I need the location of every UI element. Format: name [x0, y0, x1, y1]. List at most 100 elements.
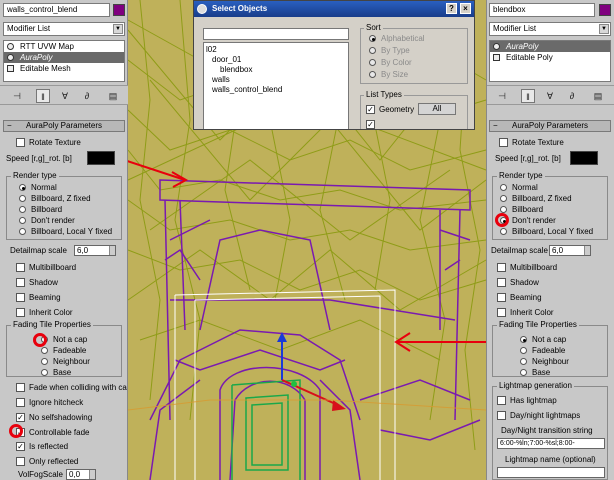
- stack-item-aurapoly[interactable]: AuraPoly: [4, 52, 124, 63]
- modifier-list-label: Modifier List: [493, 24, 537, 33]
- daynight-lightmaps-checkbox[interactable]: Day/night lightmaps: [497, 410, 580, 421]
- render-type-normal-radio[interactable]: Normal: [499, 182, 538, 193]
- sort-by-color-radio[interactable]: By Color: [368, 57, 412, 68]
- help-button[interactable]: ?: [446, 3, 457, 14]
- fading-not-a-cap-radio[interactable]: Not a cap: [40, 334, 87, 345]
- fading-neighbour-radio[interactable]: Neighbour: [40, 356, 90, 367]
- has-lightmap-checkbox[interactable]: Has lightmap: [497, 395, 557, 406]
- fade-when-colliding-checkbox[interactable]: Fade when colliding with ca: [16, 382, 127, 393]
- expand-plus-icon[interactable]: [493, 54, 500, 61]
- shadow-checkbox[interactable]: Shadow: [497, 277, 539, 288]
- controllable-fade-checkbox[interactable]: ✓ Controllable fade: [16, 427, 89, 438]
- fading-neighbour-radio[interactable]: Neighbour: [519, 356, 569, 367]
- ignore-hitcheck-checkbox[interactable]: Ignore hitcheck: [16, 397, 83, 408]
- expand-plus-icon[interactable]: [7, 65, 14, 72]
- object-name-field[interactable]: blendbox: [489, 3, 595, 17]
- configure-sets-icon[interactable]: ▤: [106, 89, 120, 103]
- object-list[interactable]: l02 door_01 blendbox walls walls_control…: [203, 42, 349, 129]
- app-icon: [197, 4, 207, 14]
- pin-stack-icon[interactable]: ⊣: [10, 89, 24, 103]
- beaming-checkbox[interactable]: Beaming: [497, 292, 542, 303]
- sort-by-type-radio[interactable]: By Type: [368, 45, 410, 56]
- make-unique-icon[interactable]: ∀: [58, 89, 72, 103]
- all-button[interactable]: All: [418, 103, 456, 115]
- chevron-down-icon[interactable]: ▼: [113, 24, 123, 34]
- volfog-spinner[interactable]: 0,0: [66, 469, 96, 480]
- object-color-swatch[interactable]: [599, 4, 611, 16]
- speed-color-swatch[interactable]: [87, 151, 115, 165]
- fading-fadeable-radio[interactable]: Fadeable: [40, 345, 86, 356]
- stack-item-editable-poly[interactable]: Editable Poly: [490, 52, 610, 63]
- object-name-field[interactable]: walls_control_blend: [3, 3, 110, 17]
- aurapoly-rollout-header[interactable]: − AuraPoly Parameters: [489, 120, 611, 132]
- modifier-list-dropdown[interactable]: Modifier List ▼: [3, 22, 125, 36]
- stack-item-rtt-uvw-map[interactable]: RTT UVW Map: [4, 41, 124, 52]
- configure-sets-icon[interactable]: ▤: [591, 89, 605, 103]
- pin-stack-icon[interactable]: ⊣: [495, 89, 509, 103]
- lightbulb-icon[interactable]: [493, 43, 500, 50]
- fading-base-radio[interactable]: Base: [40, 367, 71, 378]
- render-type-normal-radio[interactable]: Normal: [18, 182, 57, 193]
- remove-modifier-icon[interactable]: ∂: [565, 89, 579, 103]
- fading-fadeable-radio[interactable]: Fadeable: [519, 345, 565, 356]
- list-item[interactable]: walls: [212, 75, 230, 85]
- lightmap-name-input[interactable]: [497, 467, 605, 478]
- fading-base-radio[interactable]: Base: [519, 367, 550, 378]
- render-type-billboard-local-y-radio[interactable]: Billboard, Local Y fixed: [18, 226, 112, 237]
- detailmap-spinner[interactable]: 6,0: [549, 245, 591, 256]
- detailmap-spinner[interactable]: 6,0: [74, 245, 116, 256]
- speed-color-swatch[interactable]: [570, 151, 598, 165]
- beaming-checkbox[interactable]: Beaming: [16, 292, 61, 303]
- inherit-color-checkbox[interactable]: Inherit Color: [497, 307, 554, 318]
- aurapoly-rollout-header[interactable]: − AuraPoly Parameters: [3, 120, 125, 132]
- object-color-swatch[interactable]: [113, 4, 125, 16]
- multibillboard-checkbox[interactable]: Multibillboard: [497, 262, 557, 273]
- spinner-arrows-icon[interactable]: [584, 246, 590, 255]
- only-reflected-checkbox[interactable]: Only reflected: [16, 456, 78, 467]
- modifier-stack[interactable]: RTT UVW Map AuraPoly Editable Mesh: [3, 40, 125, 82]
- left-command-panel: walls_control_blend Modifier List ▼ RTT …: [0, 0, 128, 480]
- show-end-result-icon[interactable]: ‖: [36, 89, 50, 103]
- modifier-stack[interactable]: AuraPoly Editable Poly: [489, 40, 611, 82]
- rotate-texture-checkbox[interactable]: Rotate Texture: [499, 137, 564, 148]
- list-item[interactable]: l02: [206, 45, 217, 55]
- sort-alphabetical-radio[interactable]: Alphabetical: [368, 33, 425, 44]
- checkbox-label: Inherit Color: [29, 308, 73, 317]
- transition-string-input[interactable]: 6:00-%ln;7:00-%sl;8:00-: [497, 438, 605, 449]
- dialog-titlebar[interactable]: Select Objects ? ×: [194, 1, 474, 17]
- render-type-billboard-z-radio[interactable]: Billboard, Z fixed: [18, 193, 91, 204]
- list-item[interactable]: blendbox: [220, 65, 252, 75]
- group-title: Render type: [11, 171, 59, 180]
- stack-item-editable-mesh[interactable]: Editable Mesh: [4, 63, 124, 74]
- render-type-billboard-radio[interactable]: Billboard: [18, 204, 62, 215]
- spinner-arrows-icon[interactable]: [109, 246, 115, 255]
- render-type-billboard-local-y-radio[interactable]: Billboard, Local Y fixed: [499, 226, 593, 237]
- is-reflected-checkbox[interactable]: ✓ Is reflected: [16, 441, 68, 452]
- list-item[interactable]: door_01: [212, 55, 241, 65]
- close-button[interactable]: ×: [460, 3, 471, 14]
- inherit-color-checkbox[interactable]: Inherit Color: [16, 307, 73, 318]
- collapse-icon: −: [7, 121, 12, 130]
- shapes-checkbox[interactable]: ✓: [366, 119, 379, 129]
- render-type-billboard-z-radio[interactable]: Billboard, Z fixed: [499, 193, 572, 204]
- stack-item-label: AuraPoly: [506, 42, 539, 51]
- lightbulb-icon[interactable]: [7, 43, 14, 50]
- make-unique-icon[interactable]: ∀: [543, 89, 557, 103]
- render-type-dont-render-radio[interactable]: Don't render: [18, 215, 75, 226]
- modifier-list-dropdown[interactable]: Modifier List ▼: [489, 22, 611, 36]
- geometry-checkbox[interactable]: ✓ Geometry: [366, 104, 414, 115]
- lightbulb-icon[interactable]: [7, 54, 14, 61]
- rotate-texture-checkbox[interactable]: Rotate Texture: [16, 137, 81, 148]
- shadow-checkbox[interactable]: Shadow: [16, 277, 58, 288]
- stack-item-aurapoly[interactable]: AuraPoly: [490, 41, 610, 52]
- multibillboard-checkbox[interactable]: Multibillboard: [16, 262, 76, 273]
- no-selfshadowing-checkbox[interactable]: ✓ No selfshadowing: [16, 412, 92, 423]
- object-search-input[interactable]: [203, 28, 349, 40]
- remove-modifier-icon[interactable]: ∂: [80, 89, 94, 103]
- sort-by-size-radio[interactable]: By Size: [368, 69, 408, 80]
- show-end-result-icon[interactable]: ‖: [521, 89, 535, 103]
- spinner-arrows-icon[interactable]: [89, 470, 95, 479]
- fading-not-a-cap-radio[interactable]: Not a cap: [519, 334, 566, 345]
- list-item[interactable]: walls_control_blend: [212, 85, 282, 95]
- chevron-down-icon[interactable]: ▼: [599, 24, 609, 34]
